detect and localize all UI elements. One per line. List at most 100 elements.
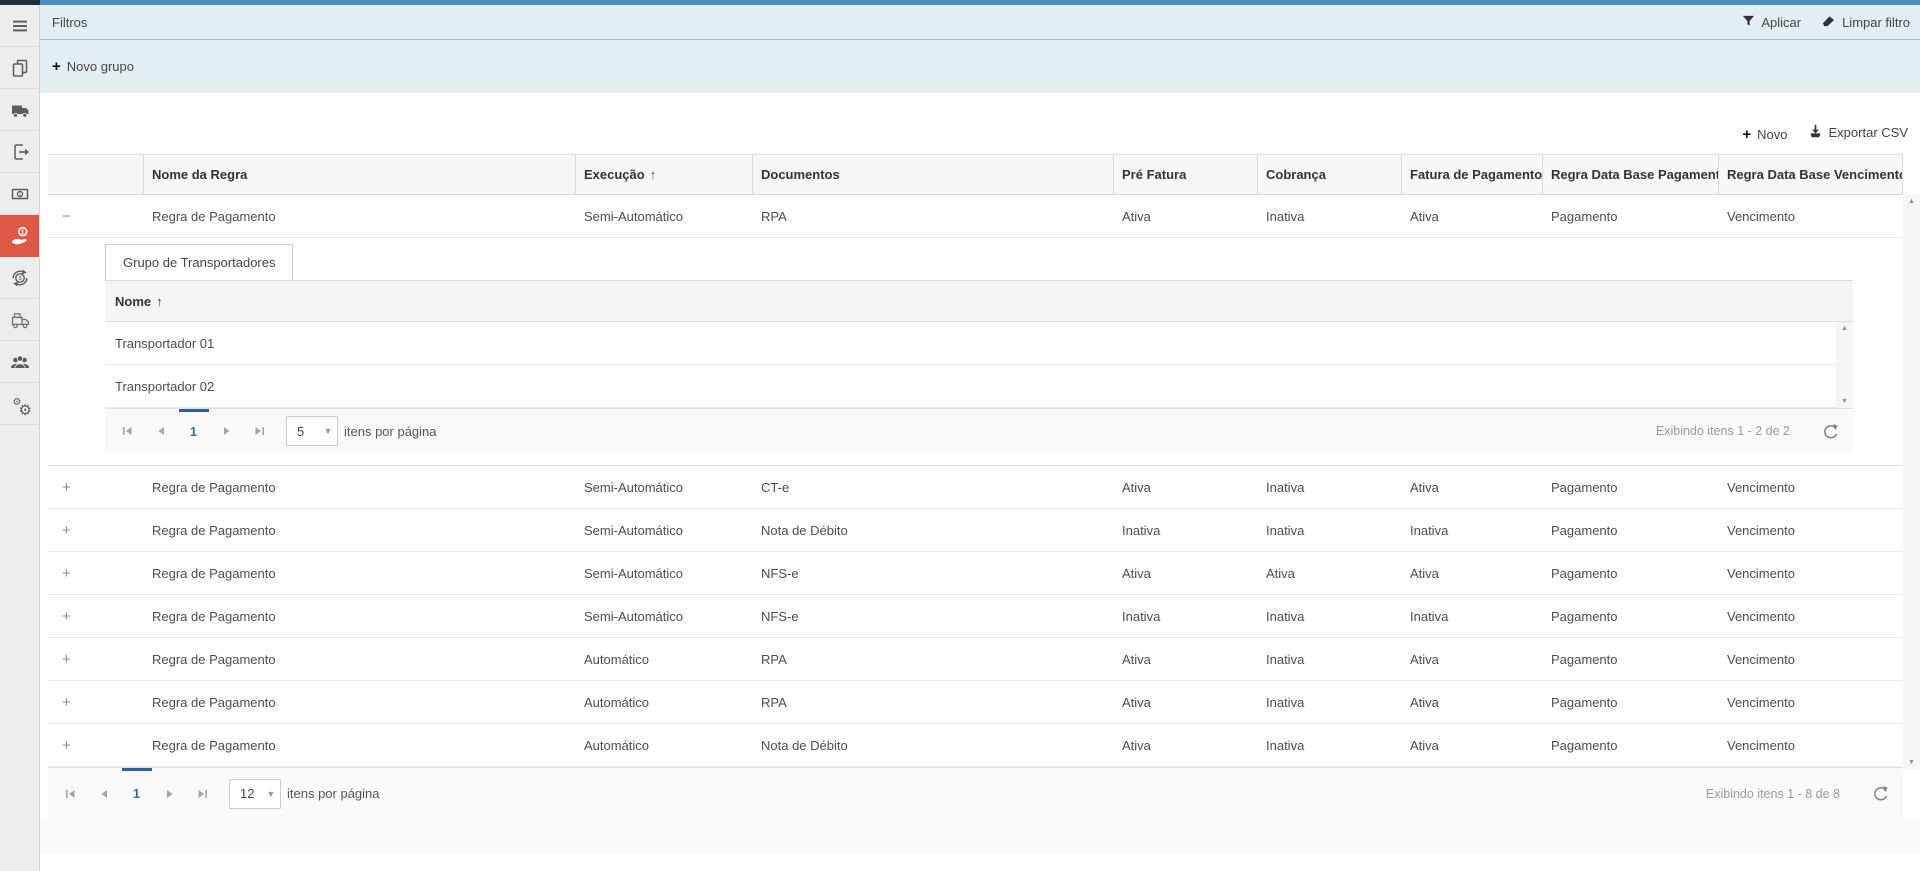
cell-execucao: Automático [576,638,753,680]
cell-execucao: Semi-Automático [576,195,753,237]
sidebar-item-users[interactable] [0,341,39,383]
table-row: +Regra de PagamentoSemi-AutomáticoCT-eAt… [48,466,1903,509]
subgrid-go-to-previous-page-button[interactable] [144,409,177,453]
cell-regra_data_base_pagamento: Pagamento [1543,638,1719,680]
table-row: +Regra de PagamentoAutomáticoRPAAtivaIna… [48,638,1903,681]
column-header-label: Fatura de Pagamento [1410,167,1542,182]
grid-refresh-button[interactable] [1872,785,1889,802]
cell-regra_data_base_pagamento: Pagamento [1543,595,1719,637]
column-header-documentos[interactable]: Documentos [753,155,1114,194]
subgrid-column-header-nome[interactable]: Nome↑ [105,280,1853,322]
cell-regra_data_base_pagamento: Pagamento [1543,724,1719,766]
clear-filter-label: Limpar filtro [1842,15,1910,30]
cell-regra_data_base_pagamento: Pagamento [1543,466,1719,508]
cell-documentos: Nota de Débito [753,509,1114,551]
filters-header: Filtros Aplicar Limpar filtro [40,5,1920,40]
cell-fatura_de_pagamento: Ativa [1402,466,1543,508]
column-header-regra_data_base_vencimento[interactable]: Regra Data Base Vencimento [1719,155,1903,194]
cell-documentos: NFS-e [753,552,1114,594]
subgrid-row[interactable]: Transportador 02 [105,365,1853,408]
scroll-down-icon[interactable]: ▼ [1841,398,1848,405]
collapse-row-button[interactable]: − [48,195,144,237]
subgrid-go-to-first-page-button[interactable] [111,409,144,453]
subgrid-vertical-scrollbar[interactable]: ▲▼ [1836,322,1853,408]
expand-row-button[interactable]: + [48,681,144,723]
money-sync-icon: $ [10,268,30,288]
expand-row-button[interactable]: + [48,595,144,637]
cell-cobranca: Inativa [1258,466,1402,508]
column-header-fatura_de_pagamento[interactable]: Fatura de Pagamento [1402,155,1543,194]
expand-row-button[interactable]: + [48,509,144,551]
scroll-up-icon[interactable]: ▲ [1908,198,1915,205]
column-header-label: Nome da Regra [152,167,247,182]
subgrid-refresh-button[interactable] [1822,423,1839,440]
sort-asc-icon: ↑ [156,294,163,309]
cell-cobranca: Inativa [1258,509,1402,551]
sidebar-item-settings-gears[interactable]: ⚙⚙ [0,383,39,425]
subgrid-go-to-last-page-button[interactable] [243,409,276,453]
cell-documentos: CT-e [753,466,1114,508]
new-rule-button[interactable]: + Novo [1742,127,1787,142]
table-row: +Regra de PagamentoAutomáticoNota de Déb… [48,724,1903,767]
cell-regra_data_base_vencimento: Vencimento [1719,552,1903,594]
table-row: −Regra de PagamentoSemi-AutomáticoRPAAti… [48,195,1903,238]
grid-vertical-scrollbar[interactable]: ▲ ▼ [1903,195,1920,769]
grid-page-size-dropdown[interactable]: 12▼ [229,779,281,809]
filters-title: Filtros [52,15,87,30]
expand-row-button[interactable]: + [48,638,144,680]
cell-nome: Regra de Pagamento [144,509,576,551]
sidebar-item-hand-coin[interactable]: $ [0,215,39,257]
cell-pre_fatura: Ativa [1114,681,1258,723]
sort-asc-icon: ↑ [650,167,657,182]
banknote-icon: 1 [10,184,30,204]
sidebar-item-copy-documents[interactable] [0,47,39,89]
grid-go-to-last-page-button[interactable] [186,768,219,819]
grid-body: −Regra de PagamentoSemi-AutomáticoRPAAti… [48,195,1920,767]
cell-regra_data_base_pagamento: Pagamento [1543,195,1719,237]
new-group-button[interactable]: + Novo grupo [52,59,134,74]
scroll-up-icon[interactable]: ▲ [1841,325,1848,332]
grid-current-page-button[interactable]: 1 [120,768,153,819]
column-header-label: Regra Data Base Vencimento [1727,167,1903,182]
subgrid-page-size-dropdown[interactable]: 5▼ [286,416,338,446]
subgrid-row[interactable]: Transportador 01 [105,322,1853,365]
menu-icon [10,16,30,36]
expand-row-button[interactable]: + [48,552,144,594]
subgrid-go-to-next-page-button[interactable] [210,409,243,453]
subgrid-current-page-button[interactable]: 1 [177,409,210,453]
expand-row-button[interactable]: + [48,724,144,766]
column-header-cobranca[interactable]: Cobrança [1258,155,1402,194]
tab-grupo-de-transportadores[interactable]: Grupo de Transportadores [105,244,293,280]
export-csv-label: Exportar CSV [1829,125,1908,140]
column-header-execucao[interactable]: Execução↑ [576,155,753,194]
grid-go-to-first-page-button[interactable] [54,768,87,819]
cell-nome: Regra de Pagamento [144,724,576,766]
clear-filter-button[interactable]: Limpar filtro [1821,14,1910,30]
table-row: +Regra de PagamentoSemi-AutomáticoNFS-eA… [48,552,1903,595]
grid-go-to-next-page-button[interactable] [153,768,186,819]
sidebar-item-menu[interactable] [0,5,39,47]
sidebar-item-money-sync[interactable]: $ [0,257,39,299]
scroll-down-icon[interactable]: ▼ [1908,759,1915,766]
apply-filter-label: Aplicar [1761,15,1801,30]
column-header-label: Pré Fatura [1122,167,1186,182]
cell-cobranca: Inativa [1258,595,1402,637]
grid-go-to-previous-page-button[interactable] [87,768,120,819]
sidebar-item-delivery-truck[interactable] [0,299,39,341]
cell-nome: Regra de Pagamento [144,195,576,237]
cell-pre_fatura: Inativa [1114,509,1258,551]
column-header-pre_fatura[interactable]: Pré Fatura [1114,155,1258,194]
export-csv-button[interactable]: Exportar CSV [1808,123,1908,142]
column-header-nome[interactable]: Nome da Regra [144,155,576,194]
sidebar-item-truck[interactable] [0,89,39,131]
apply-filter-button[interactable]: Aplicar [1742,14,1801,30]
sidebar-item-banknote[interactable]: 1 [0,173,39,215]
cell-execucao: Semi-Automático [576,466,753,508]
cell-cobranca: Ativa [1258,552,1402,594]
sidebar-item-document-export[interactable] [0,131,39,173]
new-rule-label: Novo [1757,127,1787,142]
expand-row-button[interactable]: + [48,466,144,508]
column-header-regra_data_base_pagamento[interactable]: Regra Data Base Pagamento [1543,155,1719,194]
svg-text:1: 1 [18,192,21,198]
grid-page-status: Exibindo itens 1 - 8 de 8 [1706,787,1840,801]
